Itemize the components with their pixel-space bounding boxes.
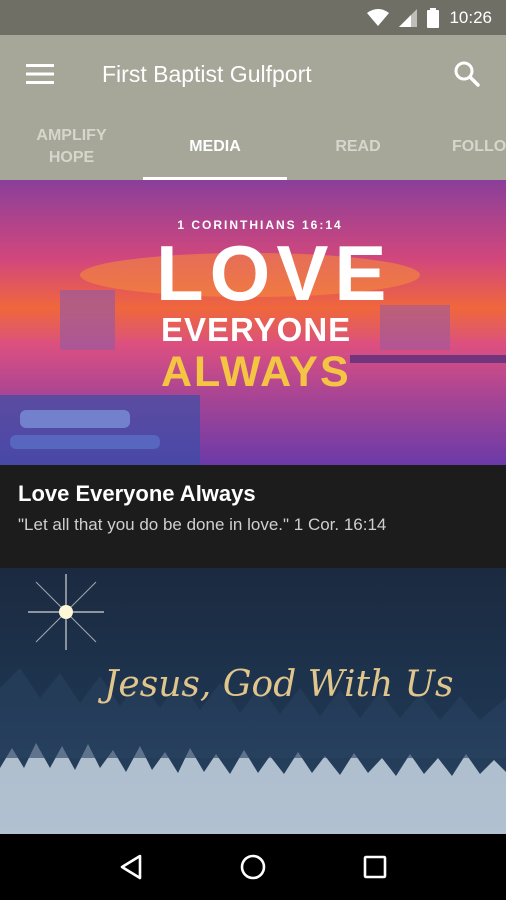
- media-card-caption: Love Everyone Always "Let all that you d…: [0, 465, 506, 568]
- search-icon: [454, 61, 480, 87]
- star-icon: [28, 574, 104, 650]
- tab-read[interactable]: READ: [287, 113, 429, 180]
- home-circle-icon: [240, 854, 266, 880]
- graphic-word-always: ALWAYS: [161, 348, 351, 396]
- wifi-icon: [367, 8, 390, 26]
- media-card-jesus-god-with-us[interactable]: Jesus, God With Us: [0, 568, 506, 834]
- hamburger-menu-icon: [26, 64, 54, 84]
- system-navigation-bar: [0, 834, 506, 900]
- menu-button[interactable]: [0, 35, 80, 113]
- app-title: First Baptist Gulfport: [102, 60, 312, 87]
- graphic-word-everyone: EVERYONE: [161, 311, 352, 348]
- tab-bar: AMPLIFY HOPE MEDIA READ FOLLO: [0, 113, 506, 180]
- media-card-love-everyone-always[interactable]: 1 CORINTHIANS 16:14 LOVE EVERYONE ALWAYS…: [0, 180, 506, 568]
- tab-follow[interactable]: FOLLO: [429, 113, 506, 180]
- back-button[interactable]: [101, 837, 161, 897]
- media-card-image: 1 CORINTHIANS 16:14 LOVE EVERYONE ALWAYS: [0, 180, 506, 465]
- graphic-script-title: Jesus, God With Us: [104, 664, 454, 705]
- recents-square-icon: [363, 855, 387, 879]
- tab-amplify-hope[interactable]: AMPLIFY HOPE: [0, 113, 143, 180]
- cell-signal-icon: [399, 8, 418, 27]
- media-card-subtitle: "Let all that you do be done in love." 1…: [18, 515, 387, 534]
- battery-icon: [427, 7, 440, 28]
- search-button[interactable]: [428, 35, 506, 113]
- status-time: 10:26: [449, 7, 492, 27]
- recents-button[interactable]: [345, 837, 405, 897]
- status-bar: 10:26: [0, 0, 506, 35]
- graphic-word-love: LOVE: [156, 229, 393, 317]
- home-button[interactable]: [223, 837, 283, 897]
- back-triangle-icon: [120, 854, 142, 880]
- media-card-title: Love Everyone Always: [18, 481, 256, 506]
- app-bar: First Baptist Gulfport: [0, 35, 506, 113]
- tab-media[interactable]: MEDIA: [143, 113, 287, 180]
